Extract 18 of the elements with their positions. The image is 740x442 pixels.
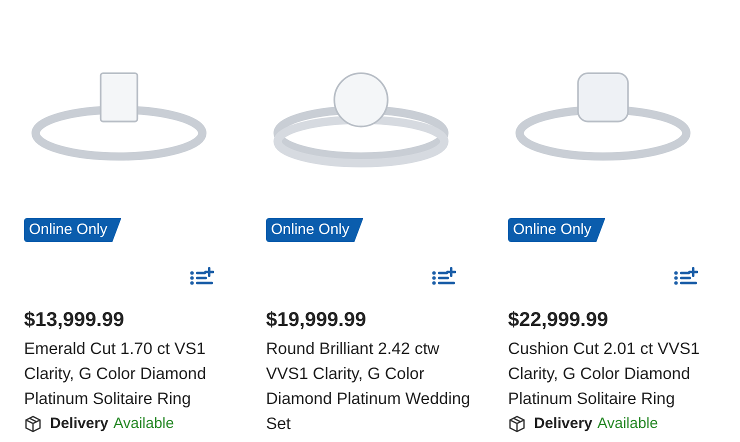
product-price: $13,999.99 [24,308,126,333]
product-title[interactable]: Round Brilliant 2.42 ctw VVS1 Clarity, G Color Diamond Platinum Wedding Set [266,337,476,437]
add-to-list-icon[interactable] [432,267,456,287]
delivery-status: Available [597,415,658,433]
delivery-label: Delivery [534,415,592,433]
delivery-label: Delivery [50,415,108,433]
online-only-badge: Online Only [508,218,606,242]
product-price: $19,999.99 [266,308,368,333]
product-title[interactable]: Cushion Cut 2.01 ct VVS1 Clarity, G Color Diamond Platinum Solitaire Ring [508,337,718,412]
delivery-status: Available [113,415,174,433]
online-only-badge: Online Only [24,218,122,242]
box-icon [508,415,526,433]
box-icon [24,415,42,433]
online-only-badge: Online Only [266,218,364,242]
product-title[interactable]: Emerald Cut 1.70 ct VS1 Clarity, G Color Diamond Platinum Solitaire Ring [24,337,234,412]
product-price: $22,999.99 [508,308,610,333]
add-to-list-icon[interactable] [190,267,214,287]
add-to-list-icon[interactable] [674,267,698,287]
